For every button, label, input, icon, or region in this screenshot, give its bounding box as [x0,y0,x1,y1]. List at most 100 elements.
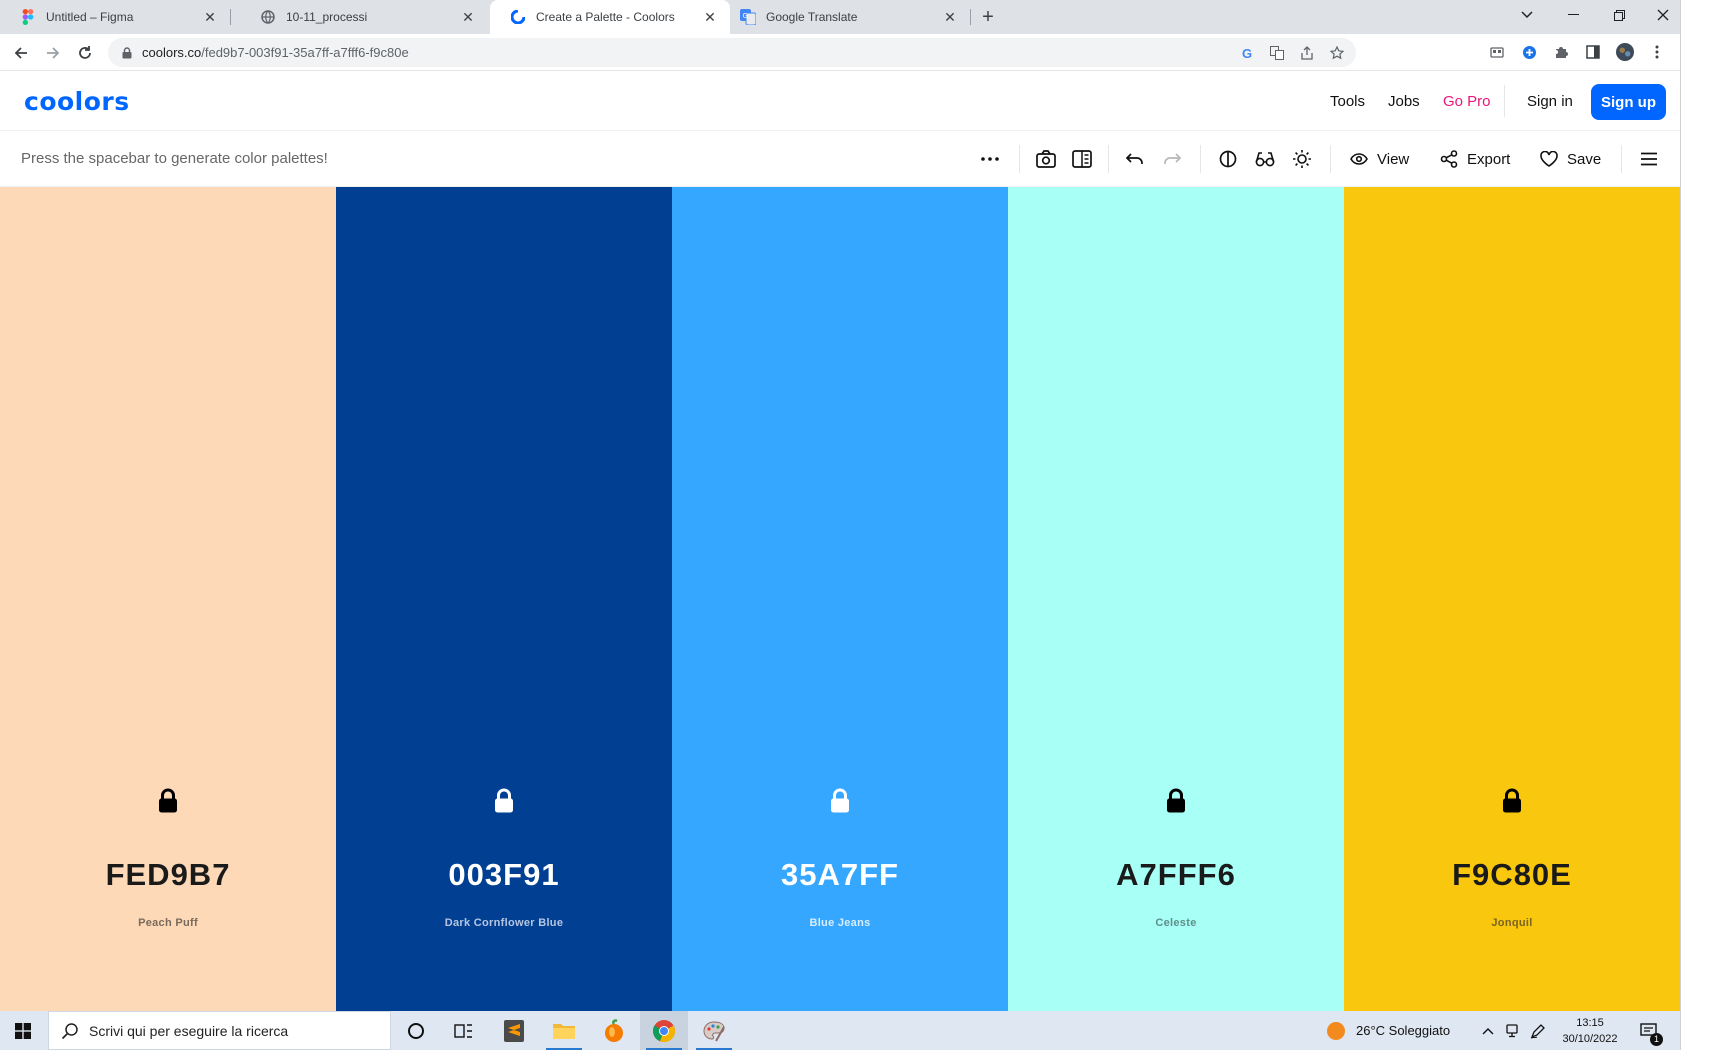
back-button[interactable] [8,40,34,66]
sign-up-button[interactable]: Sign up [1591,84,1666,120]
taskbar-clock[interactable]: 13:15 30/10/2022 [1560,1015,1620,1047]
tab-google-translate[interactable]: G Google Translate ✕ [732,0,970,34]
notification-center-button[interactable]: 1 [1640,1011,1663,1050]
profile-avatar[interactable] [1616,43,1634,61]
network-icon[interactable] [1505,1011,1519,1050]
sun-weather-icon [1327,1021,1345,1040]
color-swatch[interactable]: 35A7FF Blue Jeans [672,187,1008,1011]
split-view-icon [1072,150,1092,168]
hex-code[interactable]: A7FFF6 [1008,857,1344,893]
bookmark-star-icon[interactable] [1328,44,1346,62]
sublime-text-app[interactable] [490,1011,538,1050]
hex-code[interactable]: FED9B7 [0,857,336,893]
tab-figma[interactable]: Untitled – Figma ✕ [0,0,230,34]
color-blindness-button[interactable] [1255,145,1275,173]
globe-icon [260,9,276,25]
windows-start-button[interactable] [0,1011,46,1050]
extension-grid-icon[interactable] [1488,43,1506,61]
lock-icon[interactable] [829,788,851,814]
tab-processi[interactable]: 10-11_processi ✕ [240,0,488,34]
close-icon[interactable]: ✕ [700,7,720,27]
split-view-button[interactable] [1072,145,1092,173]
side-panel-icon[interactable] [1584,43,1602,61]
fl-studio-app[interactable] [590,1011,638,1050]
toolbar-divider [1621,145,1622,173]
weather-text: 26°C Soleggiato [1356,1023,1451,1038]
coolors-logo[interactable]: coolors [24,87,130,116]
svg-text:G: G [743,12,748,20]
save-button[interactable]: Save [1540,145,1601,173]
camera-button[interactable] [1036,145,1056,173]
color-name: Celeste [1155,917,1197,929]
nav-tools[interactable]: Tools [1330,71,1365,131]
lock-icon[interactable] [1165,788,1187,814]
file-explorer-app[interactable] [540,1011,588,1050]
hex-code[interactable]: 35A7FF [672,857,1008,893]
browser-toolbar: coolors.co/fed9b7-003f91-35a7ff-a7fff6-f… [0,34,1680,71]
chrome-app[interactable] [640,1011,688,1050]
app-header: coolors Tools Jobs Go Pro Sign in Sign u… [0,71,1680,131]
share-icon[interactable] [1298,44,1316,62]
color-swatch[interactable]: 003F91 Dark Cornflower Blue [336,187,672,1011]
sign-in-link[interactable]: Sign in [1527,71,1573,131]
hex-code[interactable]: 003F91 [336,857,672,893]
minimize-button[interactable] [1550,0,1596,30]
google-icon[interactable]: G [1238,44,1256,62]
tab-separator [230,9,231,25]
screen: Untitled – Figma ✕ 10-11_processi ✕ Crea… [0,0,1730,1050]
lock-icon[interactable] [1501,788,1523,814]
color-swatch[interactable]: A7FFF6 Celeste [1008,187,1344,1011]
tab-title: 10-11_processi [286,10,368,24]
spacebar-hint: Press the spacebar to generate color pal… [21,150,328,167]
toolbar-divider [1330,145,1331,173]
close-icon[interactable]: ✕ [458,7,478,27]
contrast-button[interactable] [1219,145,1237,173]
close-icon[interactable]: ✕ [200,7,220,27]
address-bar[interactable]: coolors.co/fed9b7-003f91-35a7ff-a7fff6-f… [108,38,1356,67]
forward-button[interactable] [40,40,66,66]
weather-widget[interactable]: 26°C Soleggiato [1326,1011,1450,1050]
palette: FED9B7 Peach Puff 003F91 Dark Cornflower… [0,187,1680,1011]
color-swatch[interactable]: F9C80E Jonquil [1344,187,1680,1011]
color-swatch[interactable]: FED9B7 Peach Puff [0,187,336,1011]
browser-menu-icon[interactable] [1648,43,1666,61]
close-icon[interactable]: ✕ [940,7,960,27]
reload-button[interactable] [72,40,98,66]
nav-divider [1504,85,1505,117]
export-button[interactable]: Export [1440,145,1510,173]
puzzle-icon[interactable] [1552,43,1570,61]
task-view-button[interactable] [440,1011,488,1050]
hex-code[interactable]: F9C80E [1344,857,1680,893]
nav-go-pro[interactable]: Go Pro [1443,71,1491,131]
adjust-palette-button[interactable] [1292,145,1312,173]
eye-icon [1350,153,1368,165]
lock-icon[interactable] [157,788,179,814]
pen-icon[interactable] [1530,1011,1546,1050]
translate-icon[interactable] [1268,44,1286,62]
tab-separator [970,9,971,25]
tab-search-icon[interactable] [1504,0,1550,30]
color-name: Blue Jeans [809,917,871,929]
cortana-button[interactable] [392,1011,440,1050]
lock-icon[interactable] [493,788,515,814]
redo-button[interactable] [1163,145,1181,173]
hamburger-icon [1641,152,1657,166]
fl-studio-icon [605,1018,623,1042]
new-tab-button[interactable]: + [976,5,1000,29]
more-options-button[interactable] [980,145,1000,173]
show-hidden-icons-button[interactable] [1482,1011,1494,1050]
view-button[interactable]: View [1350,145,1409,173]
extension-circle-icon[interactable] [1520,43,1538,61]
taskbar-search-input[interactable]: Scrivi qui per eseguire la ricerca [48,1011,391,1050]
hamburger-menu-button[interactable] [1640,145,1658,173]
restore-button[interactable] [1596,0,1642,30]
undo-button[interactable] [1126,145,1144,173]
tab-coolors[interactable]: Create a Palette - Coolors ✕ [490,0,730,34]
paint-app[interactable] [690,1011,738,1050]
undo-icon [1126,153,1143,164]
view-label: View [1377,150,1410,168]
nav-jobs[interactable]: Jobs [1388,71,1420,131]
window-edge [1680,0,1681,1050]
tab-title: Create a Palette - Coolors [536,10,675,24]
notification-badge: 1 [1650,1033,1663,1046]
